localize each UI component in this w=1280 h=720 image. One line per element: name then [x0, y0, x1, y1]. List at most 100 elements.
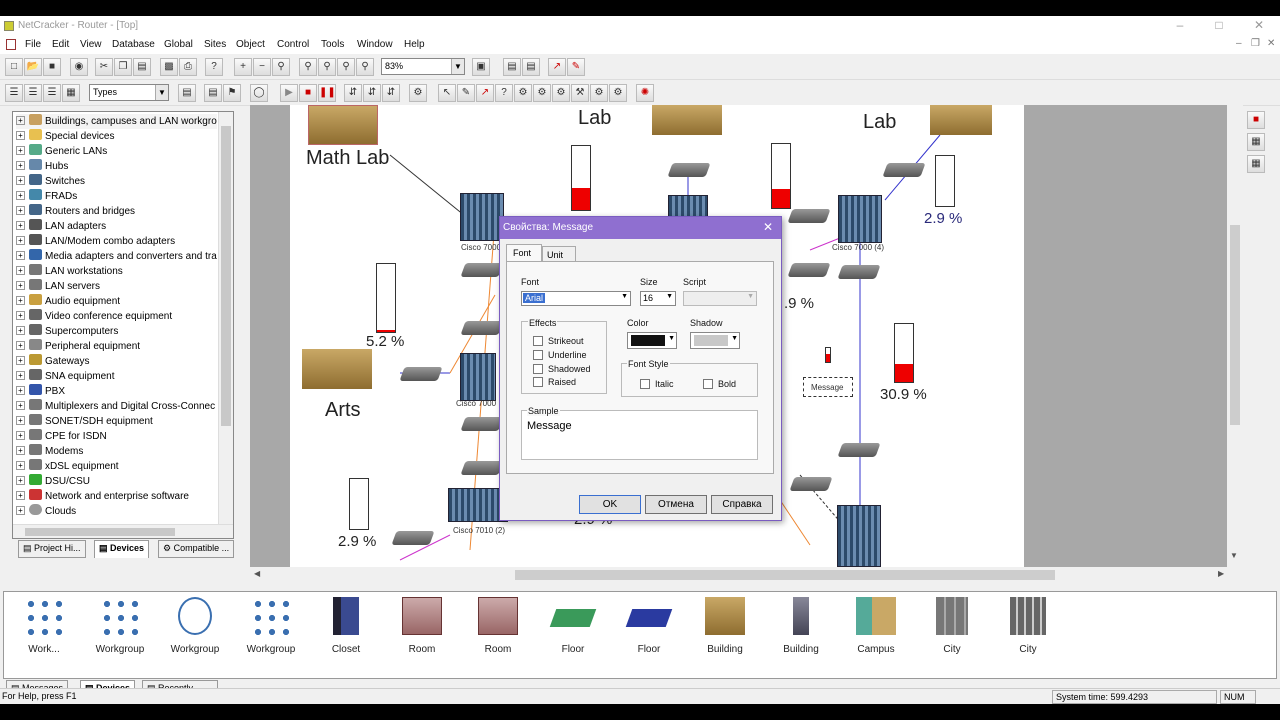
expand-icon[interactable]: + [16, 416, 25, 425]
expand-icon[interactable]: + [16, 491, 25, 500]
tree-item[interactable]: + LAN adapters [16, 219, 106, 234]
tab-font[interactable]: Font [506, 244, 542, 262]
expand-icon[interactable]: + [16, 206, 25, 215]
expand-icon[interactable]: + [16, 281, 25, 290]
switch-device[interactable] [460, 461, 504, 475]
palette-item[interactable]: Room [386, 597, 458, 669]
mdi-restore-button[interactable]: ❐ [1251, 38, 1260, 49]
menu-object[interactable]: Object [236, 39, 265, 50]
lab-building-right[interactable] [930, 105, 992, 135]
utilization-gauge[interactable] [571, 145, 591, 211]
close-button[interactable]: ✕ [1252, 18, 1266, 32]
chart-icon[interactable]: ↗ [548, 58, 566, 76]
zoom-in-icon[interactable]: + [234, 58, 252, 76]
tree-vertical-scrollbar[interactable] [218, 112, 233, 524]
expand-icon[interactable]: + [16, 236, 25, 245]
tree-item[interactable]: + FRADs [16, 189, 77, 204]
tool-d-icon[interactable]: ⚙ [590, 84, 608, 102]
tree-item[interactable]: + Network and enterprise software [16, 489, 189, 504]
switch-device[interactable] [837, 443, 881, 457]
size-combo[interactable]: 16 ▼ [640, 291, 676, 306]
arts-building[interactable] [302, 349, 372, 389]
bold-checkbox[interactable] [703, 379, 713, 389]
wrench-icon[interactable]: ⚒ [571, 84, 589, 102]
menu-edit[interactable]: Edit [52, 39, 69, 50]
switch-device[interactable] [837, 265, 881, 279]
maximize-button[interactable]: □ [1212, 18, 1226, 32]
full-screen-icon[interactable]: ▣ [472, 58, 490, 76]
find-icon[interactable]: ◉ [70, 58, 88, 76]
palette-item[interactable]: Workgroup [159, 597, 231, 669]
tree-item[interactable]: + Media adapters and converters and tra [16, 249, 217, 264]
canvas-vertical-scrollbar[interactable]: ▼ [1227, 105, 1243, 567]
menu-window[interactable]: Window [357, 39, 393, 50]
zoom-all-icon[interactable]: ⚲ [356, 58, 374, 76]
palette-item[interactable]: City [916, 597, 988, 669]
tab-devices[interactable]: ▤ Devices [94, 540, 150, 558]
types-combo[interactable]: Types ▼ [89, 84, 169, 101]
math-lab-building[interactable] [308, 105, 378, 145]
menu-control[interactable]: Control [277, 39, 309, 50]
shadow-picker[interactable]: ▼ [690, 332, 740, 349]
grid-view-icon[interactable]: ▦ [62, 84, 80, 102]
expand-icon[interactable]: + [16, 461, 25, 470]
palette-item[interactable]: Workgroup [235, 597, 307, 669]
save-icon[interactable]: ■ [43, 58, 61, 76]
paste-icon[interactable]: ▤ [133, 58, 151, 76]
expand-icon[interactable]: + [16, 266, 25, 275]
menu-view[interactable]: View [80, 39, 102, 50]
stop-icon[interactable]: ■ [299, 84, 317, 102]
database-icon[interactable]: ▤ [204, 84, 222, 102]
browse-icon[interactable]: ▤ [178, 84, 196, 102]
router-rack[interactable] [460, 353, 496, 401]
zoom-out-icon[interactable]: − [253, 58, 271, 76]
mdi-minimize-button[interactable]: – [1236, 38, 1242, 49]
report-icon[interactable]: ✎ [567, 58, 585, 76]
palette-item[interactable]: Building [689, 597, 761, 669]
palette-item[interactable]: Work... [8, 597, 80, 669]
font-combo[interactable]: Arial ▼ [521, 291, 631, 306]
shadowed-checkbox[interactable] [533, 364, 543, 374]
utilization-gauge[interactable] [349, 478, 369, 530]
raised-checkbox[interactable] [533, 377, 543, 387]
tree-item[interactable]: + Switches [16, 174, 85, 189]
tree-item[interactable]: + SNA equipment [16, 369, 115, 384]
color-picker[interactable]: ▼ [627, 332, 677, 349]
tree-item[interactable]: + PBX [16, 384, 65, 399]
tree-item[interactable]: + Audio equipment [16, 294, 120, 309]
tree-item[interactable]: + Clouds [16, 504, 76, 519]
tool-b-icon[interactable]: ⚙ [533, 84, 551, 102]
open-icon[interactable]: 📂 [24, 58, 42, 76]
tree-item[interactable]: + Supercomputers [16, 324, 118, 339]
switch-device[interactable] [460, 321, 504, 335]
switch-device[interactable] [667, 163, 711, 177]
zoom-page-icon[interactable]: ⚲ [318, 58, 336, 76]
tool-c-icon[interactable]: ⚙ [552, 84, 570, 102]
expand-icon[interactable]: + [16, 341, 25, 350]
new-icon[interactable]: □ [5, 58, 23, 76]
menu-file[interactable]: File [25, 39, 41, 50]
tree-item[interactable]: + Routers and bridges [16, 204, 135, 219]
tree-item[interactable]: + Generic LANs [16, 144, 107, 159]
italic-checkbox[interactable] [640, 379, 650, 389]
expand-icon[interactable]: + [16, 296, 25, 305]
switch-device[interactable] [882, 163, 926, 177]
switch-device[interactable] [787, 209, 831, 223]
line-icon[interactable]: ↗ [476, 84, 494, 102]
scroll-thumb[interactable] [1230, 225, 1240, 425]
router-rack[interactable] [837, 505, 881, 567]
tree-item[interactable]: + Hubs [16, 159, 68, 174]
expand-icon[interactable]: + [16, 506, 25, 515]
expand-icon[interactable]: + [16, 431, 25, 440]
tab-project-history[interactable]: ▤ Project Hi... [18, 540, 86, 558]
grid-icon[interactable]: ▦ [1247, 133, 1265, 151]
utilization-gauge[interactable] [894, 323, 914, 383]
zoom-previous-icon[interactable]: ⚲ [337, 58, 355, 76]
layout-icon[interactable]: ▤ [503, 58, 521, 76]
menu-tools[interactable]: Tools [321, 39, 344, 50]
dialog-close-button[interactable]: ✕ [763, 220, 773, 234]
switch-device[interactable] [787, 263, 831, 277]
list-view-icon[interactable]: ☰ [43, 84, 61, 102]
menu-sites[interactable]: Sites [204, 39, 226, 50]
palette-item[interactable]: Room [462, 597, 534, 669]
